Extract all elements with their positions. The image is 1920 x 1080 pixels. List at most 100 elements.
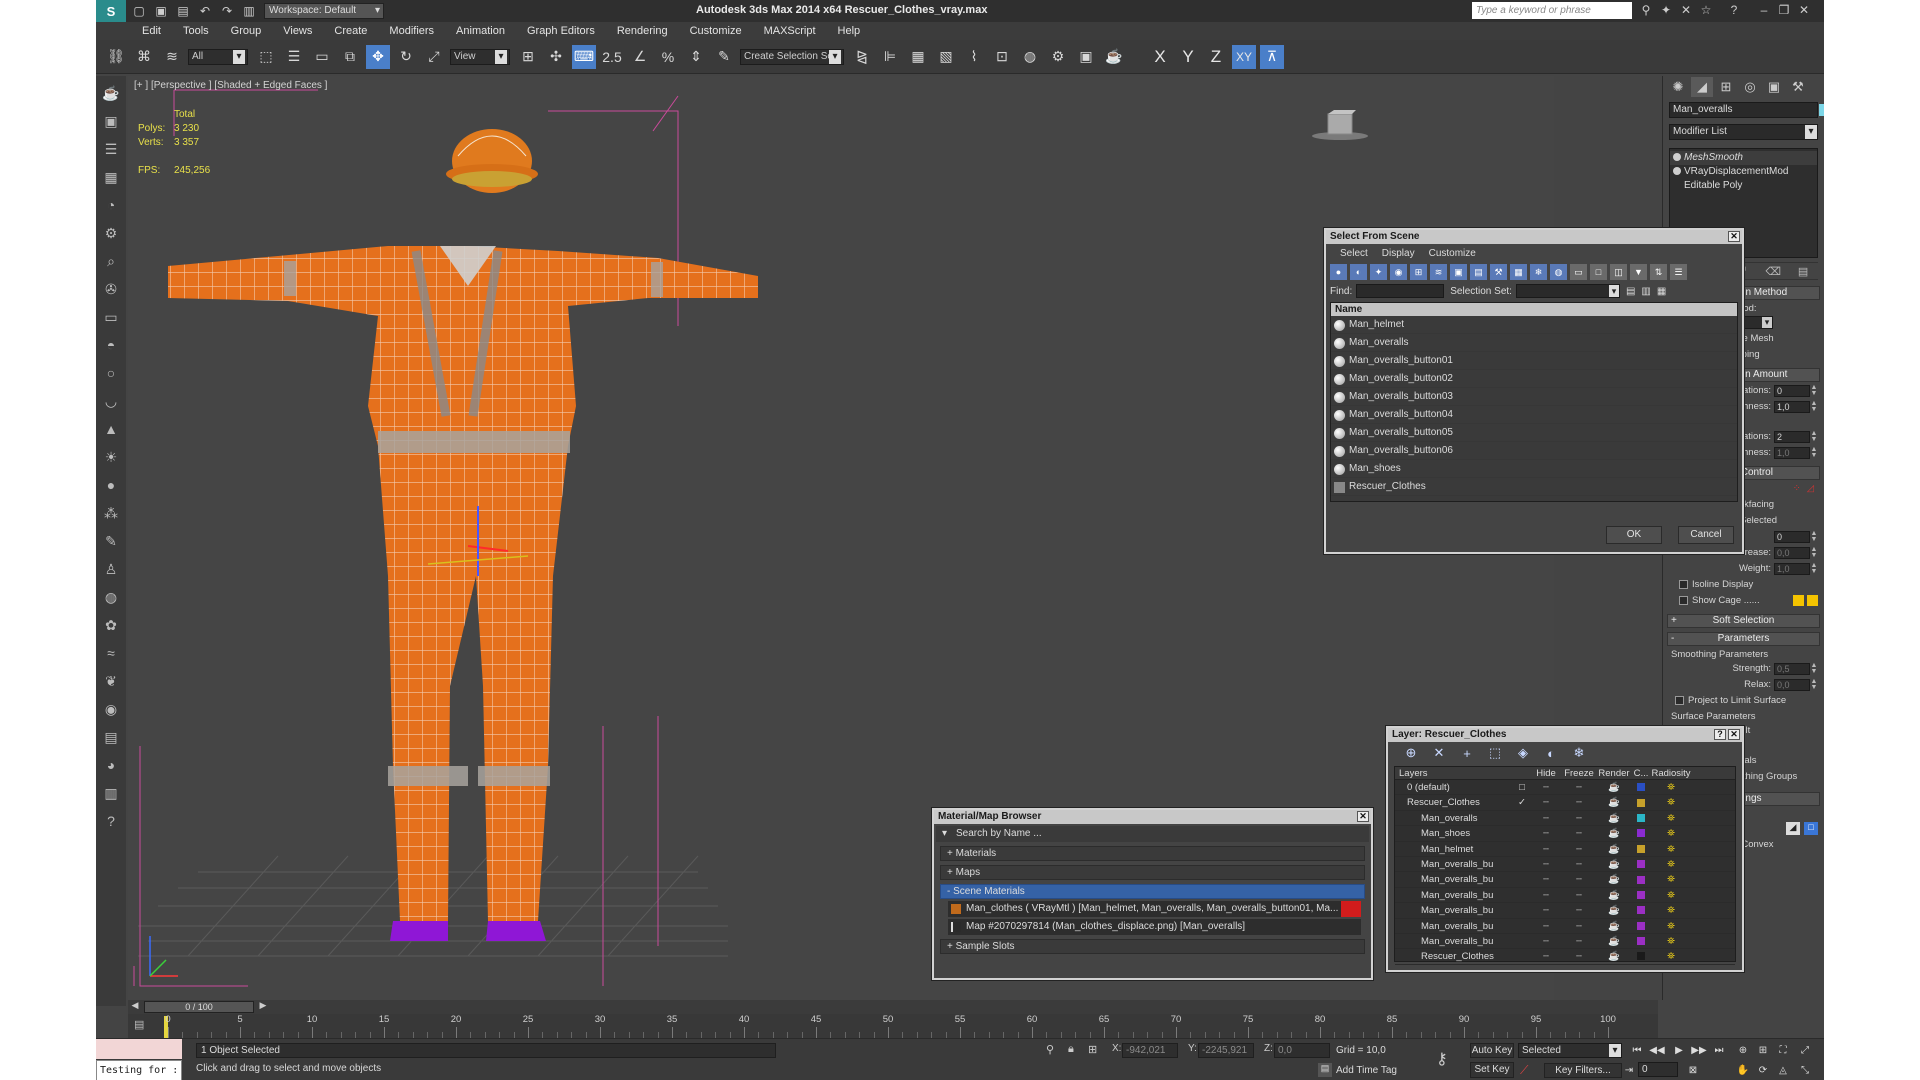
isoline-display-checkbox[interactable] (1679, 580, 1688, 589)
comm-center-icon[interactable]: ✕ (1678, 3, 1694, 19)
gear-icon[interactable]: ⚙ (100, 222, 122, 244)
axis-y-button[interactable]: Y (1176, 45, 1200, 69)
select-object-icon[interactable]: ⬚ (254, 45, 278, 69)
select-scale-icon[interactable]: ⤢ (422, 45, 446, 69)
unlink-icon[interactable]: ⌘ (132, 45, 156, 69)
hide-toggle[interactable]: ┅ (1531, 811, 1561, 825)
render-teapot-icon[interactable]: ☕ (1597, 780, 1631, 794)
table-row[interactable]: 0 (default) □ ┅ ┅ ☕ ⛯ (1395, 780, 1735, 796)
operate-on-triangles-icon[interactable]: ◢ (1786, 822, 1800, 835)
list-item[interactable]: Man_overalls (1331, 334, 1737, 352)
reference-coordinate-dropdown[interactable]: View (450, 48, 510, 65)
globe-icon[interactable]: ◍ (100, 586, 122, 608)
col-freeze[interactable]: Freeze (1561, 767, 1597, 779)
filter-icon[interactable]: ▼ (1630, 264, 1647, 280)
table-row[interactable]: Man_helmet ┅ ┅ ☕ ⛯ (1395, 842, 1735, 857)
hierarchy-tab-icon[interactable]: ⊞ (1715, 77, 1737, 97)
track-bar[interactable]: ▤ 0 5 10 15 20 25 30 35 40 45 50 55 60 65 70 75 80 85 90 95… (128, 1014, 1658, 1038)
control-level-spinner[interactable]: 0 (1774, 530, 1810, 543)
material-editor-icon[interactable]: ◍ (1018, 45, 1042, 69)
layer-manager-icon[interactable]: ▦ (906, 45, 930, 69)
render-teapot-icon[interactable]: ☕ (1597, 949, 1631, 963)
hide-toggle[interactable]: ┅ (1531, 888, 1561, 902)
set-key-mode-icon[interactable]: ⟋ (1520, 1063, 1528, 1078)
key-icon[interactable]: ⚷ (1436, 1049, 1448, 1069)
col-color[interactable]: C... (1631, 767, 1651, 779)
cancel-button[interactable]: Cancel (1678, 526, 1734, 544)
workspace-dropdown[interactable]: Workspace: Default (264, 3, 384, 19)
subscription-icon[interactable]: ✦ (1658, 3, 1674, 19)
stack-item-meshsmooth[interactable]: MeshSmooth (1670, 151, 1817, 165)
radiosity-icon[interactable]: ⛯ (1651, 888, 1691, 902)
window-crossing-icon[interactable]: ⧉ (338, 45, 362, 69)
menu-rendering[interactable]: Rendering (617, 25, 668, 37)
map-item[interactable]: Map #2070297814 (Man_clothes_displace.pn… (948, 919, 1361, 935)
table-icon[interactable]: ▦ (100, 166, 122, 188)
time-slider-thumb[interactable]: 0 / 100 (144, 1001, 254, 1013)
cameras-filter-icon[interactable]: ◉ (1390, 264, 1407, 280)
render-teapot-icon[interactable]: ☕ (1597, 872, 1631, 886)
name-column-header[interactable]: Name (1331, 303, 1737, 316)
modifier-list-dropdown[interactable]: Modifier List (1669, 124, 1818, 140)
render-setup-icon[interactable]: ⚙ (1046, 45, 1070, 69)
next-key-icon[interactable]: ▶▶ (1690, 1043, 1708, 1058)
help-search-input[interactable]: Type a keyword or phrase (1472, 2, 1632, 19)
table-row[interactable]: Man_overalls_bu ┅ ┅ ☕ ⛯ (1395, 888, 1735, 904)
operate-on-polygons-icon[interactable]: □ (1804, 822, 1818, 835)
freeze-toggle[interactable]: ┅ (1561, 934, 1597, 948)
radiosity-icon[interactable]: ⛯ (1651, 811, 1691, 825)
key-filters-button[interactable]: Key Filters... (1544, 1063, 1622, 1078)
crease-spinner[interactable]: 0,0 (1774, 546, 1810, 559)
layer-color-swatch[interactable] (1631, 934, 1651, 948)
help-icon[interactable]: ? (1714, 729, 1726, 740)
list-item[interactable]: Rescuer_Clothes (1331, 478, 1737, 496)
prev-frame-arrow-icon[interactable]: ◀ (128, 1000, 142, 1014)
sfs-menu-display[interactable]: Display (1382, 248, 1415, 259)
restore-icon[interactable]: ❐ (1776, 3, 1792, 19)
bulb-icon[interactable] (1673, 153, 1681, 161)
redo-icon[interactable]: ↷ (218, 3, 236, 19)
selset-tool-3-icon[interactable]: ▦ (1657, 286, 1666, 297)
render-teapot-icon[interactable]: ☕ (1597, 842, 1631, 856)
list-item[interactable]: Man_shoes (1331, 460, 1737, 478)
current-layer-mark[interactable] (1513, 919, 1531, 933)
find-input[interactable] (1356, 284, 1445, 298)
radiosity-icon[interactable]: ⛯ (1651, 857, 1691, 871)
absolute-mode-icon[interactable]: ⊞ (1088, 1043, 1097, 1056)
current-layer-mark[interactable] (1513, 888, 1531, 902)
sample-slots-section[interactable]: + Sample Slots (940, 939, 1365, 954)
graphite-tools-icon[interactable]: ▧ (934, 45, 958, 69)
dome-icon[interactable]: ◓ (100, 334, 122, 356)
hide-toggle[interactable]: ┅ (1531, 919, 1561, 933)
menu-tools[interactable]: Tools (183, 25, 209, 37)
light-bulb-icon[interactable]: ◔ (100, 194, 122, 216)
vertex-level-icon[interactable]: ⁘ (1793, 483, 1801, 494)
go-to-start-icon[interactable]: ⏮ (1628, 1043, 1646, 1058)
radiosity-icon[interactable]: ⛯ (1651, 949, 1691, 963)
viewport-label[interactable]: [+ ] [Perspective ] [Shaded + Edged Face… (134, 80, 327, 91)
radiosity-icon[interactable]: ⛯ (1651, 934, 1691, 948)
time-slider[interactable]: ◀ 0 / 100 ▶ (128, 1000, 1658, 1014)
pivot-center-icon[interactable]: ⊞ (516, 45, 540, 69)
cage-color-swatch-2[interactable] (1807, 595, 1818, 606)
plant-icon[interactable]: ✿ (100, 614, 122, 636)
hide-toggle[interactable]: ┅ (1531, 872, 1561, 886)
zoom-extents-icon[interactable]: ⛶ (1774, 1043, 1792, 1058)
freeze-toggle[interactable]: ┅ (1561, 780, 1597, 794)
material-item[interactable]: Man_clothes ( VRayMtl ) [Man_helmet, Man… (948, 901, 1361, 917)
menu-group[interactable]: Group (231, 25, 262, 37)
freeze-toggle[interactable]: ┅ (1561, 903, 1597, 917)
layer-color-swatch[interactable] (1631, 903, 1651, 917)
plane-icon[interactable]: ▭ (100, 306, 122, 328)
keyboard-shortcut-override-icon[interactable]: ⌨ (572, 44, 596, 69)
bowl-icon[interactable]: ◡ (100, 390, 122, 412)
menu-edit[interactable]: Edit (142, 25, 161, 37)
project-folder-icon[interactable]: ▥ (240, 3, 258, 19)
containers-filter-icon[interactable]: ▦ (1510, 264, 1527, 280)
freeze-toggle[interactable]: ┅ (1561, 826, 1597, 840)
z-coord-field[interactable]: 0,0 (1274, 1043, 1330, 1058)
layer-color-swatch[interactable] (1631, 872, 1651, 886)
current-layer-mark[interactable] (1513, 872, 1531, 886)
xrefs-filter-icon[interactable]: ▤ (1470, 264, 1487, 280)
scene-materials-section[interactable]: - Scene Materials (940, 884, 1365, 899)
